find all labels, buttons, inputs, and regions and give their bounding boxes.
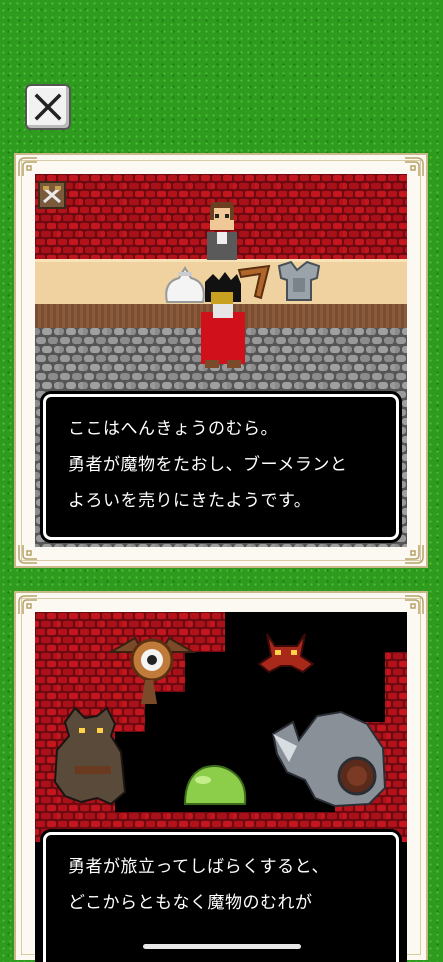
close-button[interactable]: [25, 84, 71, 130]
dialogue-line-1: 勇者が旅立ってしばらくすると、: [68, 857, 329, 877]
dialogue-line-3: よろいを売りにきたようです。: [68, 491, 312, 511]
dialogue-box: ここはへんきょうのむら。 勇者が魔物をたおし、ブーメランと よろいを売りにきたよ…: [43, 394, 399, 540]
dialogue-line-2: 勇者が魔物をたおし、ブーメランと: [68, 455, 348, 475]
werewolf-monster-sprite: [53, 706, 127, 806]
dialogue-line-2: どこからともなく魔物のむれが: [68, 893, 313, 913]
dialogue-box: 勇者が旅立ってしばらくすると、 どこからともなく魔物のむれが: [43, 832, 399, 962]
story-panel-1: ここはへんきょうのむら。 勇者が魔物をたおし、ブーメランと よろいを売りにきたよ…: [14, 153, 428, 568]
monster-lair-scene: 勇者が旅立ってしばらくすると、 どこからともなく魔物のむれが: [35, 612, 407, 962]
hero-sprite: [201, 272, 245, 368]
story-panel-2: 勇者が旅立ってしばらくすると、 どこからともなく魔物のむれが: [14, 591, 428, 962]
dialogue-line-1: ここはへんきょうのむら。: [68, 419, 278, 439]
close-x-icon: [34, 93, 62, 121]
shop-sign-icon: [38, 181, 66, 209]
home-indicator[interactable]: [143, 944, 301, 949]
village-shop-scene: ここはへんきょうのむら。 勇者が魔物をたおし、ブーメランと よろいを売りにきたよ…: [35, 174, 407, 547]
